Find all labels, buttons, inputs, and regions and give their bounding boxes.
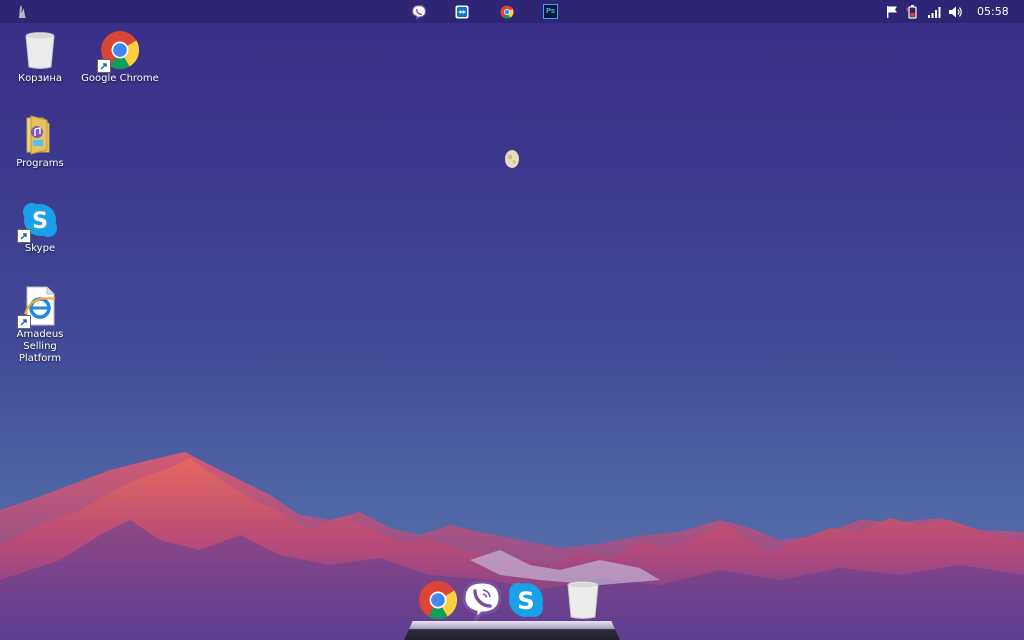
desktop-icon-label: Корзина bbox=[17, 73, 63, 84]
photoshop-label: Ps bbox=[543, 4, 558, 19]
viber-icon bbox=[462, 580, 502, 623]
skype-icon: S bbox=[17, 199, 61, 243]
desktop-icon-label: Programs bbox=[16, 158, 64, 169]
photoshop-icon[interactable]: Ps bbox=[541, 2, 560, 21]
dock-item-skype[interactable]: S bbox=[505, 579, 547, 621]
svg-text:S: S bbox=[517, 587, 534, 615]
top-panel: Ps 05:58 bbox=[0, 0, 1024, 23]
skype-icon: S bbox=[509, 583, 543, 617]
trash-icon bbox=[567, 581, 599, 619]
folder-icon bbox=[19, 114, 61, 156]
desktop-icon-label: Amadeus Selling Platform bbox=[16, 329, 64, 364]
teamviewer-icon[interactable] bbox=[452, 2, 471, 21]
signal-icon[interactable] bbox=[926, 4, 942, 19]
desktop-icon-programs[interactable]: Programs bbox=[0, 114, 80, 170]
dock-shelf bbox=[404, 621, 620, 640]
app-launcher-icon[interactable] bbox=[14, 3, 32, 21]
desktop-icon-amadeus-selling-platform[interactable]: Amadeus Selling Platform bbox=[0, 285, 80, 365]
dock-item-trash[interactable] bbox=[562, 579, 604, 621]
desktop-icon-label: Skype bbox=[24, 243, 56, 254]
volume-icon[interactable] bbox=[948, 4, 964, 19]
dock-item-chrome[interactable] bbox=[417, 579, 459, 621]
chrome-icon bbox=[419, 581, 458, 620]
desktop-icon-google-chrome[interactable]: Google Chrome bbox=[80, 29, 160, 85]
dock: S bbox=[404, 577, 620, 640]
internet-explorer-icon bbox=[17, 285, 61, 329]
desktop-icon-skype[interactable]: S Skype bbox=[0, 199, 80, 255]
chrome-icon bbox=[97, 29, 141, 73]
svg-text:S: S bbox=[32, 209, 48, 234]
moon bbox=[504, 149, 520, 169]
trash-icon bbox=[19, 29, 61, 71]
clock[interactable]: 05:58 bbox=[977, 5, 1009, 18]
desktop-icon-label: Google Chrome bbox=[81, 73, 159, 84]
chrome-icon[interactable] bbox=[497, 2, 516, 21]
shortcut-arrow-icon bbox=[97, 59, 111, 73]
battery-icon[interactable] bbox=[904, 4, 920, 19]
dock-item-viber[interactable] bbox=[461, 579, 503, 623]
flag-icon[interactable] bbox=[884, 4, 900, 19]
viber-icon[interactable] bbox=[409, 2, 428, 21]
shortcut-arrow-icon bbox=[17, 315, 31, 329]
shortcut-arrow-icon bbox=[17, 229, 31, 243]
desktop-icon-trash[interactable]: Корзина bbox=[0, 29, 80, 85]
